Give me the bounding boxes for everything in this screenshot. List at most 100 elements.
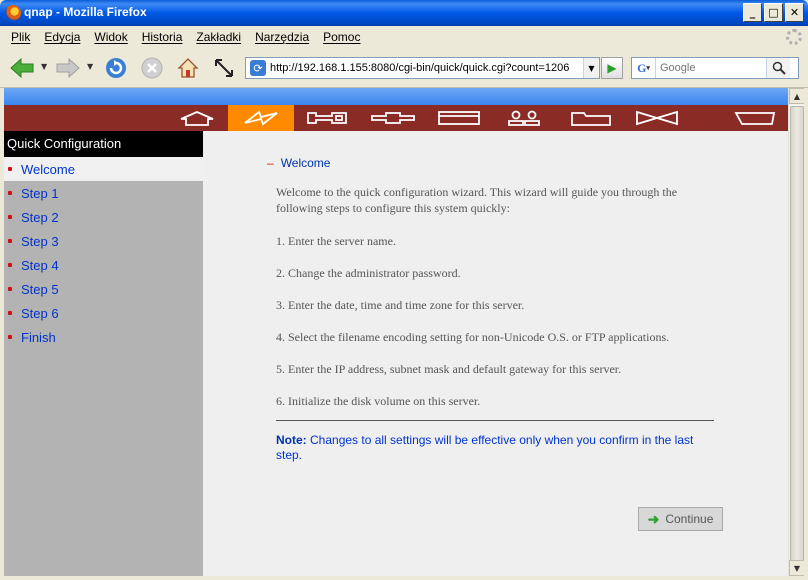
top-banner — [4, 88, 788, 105]
main-panel: – Welcome Welcome to the quick configurat… — [203, 131, 788, 576]
document-icon — [734, 112, 776, 125]
nav-disk-tab[interactable] — [426, 105, 492, 131]
nav-system-tools-tab[interactable] — [294, 105, 360, 131]
resize-button[interactable] — [210, 54, 238, 82]
maximize-button[interactable]: □ — [764, 3, 783, 22]
step-text-3: 3. Enter the date, time and time zone fo… — [276, 298, 525, 312]
vertical-scrollbar[interactable]: ▲ ▼ — [788, 88, 804, 576]
forward-arrow-icon — [56, 57, 80, 79]
menu-narzedzia[interactable]: Narzędzia — [248, 30, 316, 44]
magnifier-icon — [772, 61, 786, 75]
menu-historia[interactable]: Historia — [135, 30, 190, 44]
sidebar-item-welcome[interactable]: Welcome — [4, 157, 203, 181]
nav-share-folders-tab[interactable] — [558, 105, 624, 131]
step-text-2: 2. Change the administrator password. — [276, 266, 461, 280]
breadcrumb-label: Welcome — [280, 156, 331, 170]
menu-edycja[interactable]: Edycja — [37, 30, 87, 44]
search-input[interactable] — [656, 59, 766, 77]
step-text-5: 5. Enter the IP address, subnet mask and… — [276, 362, 622, 376]
network-icon — [371, 112, 415, 124]
window-title: qnap - Mozilla Firefox — [24, 5, 147, 19]
stop-button[interactable] — [138, 54, 166, 82]
sidebar: Quick Configuration Welcome Step 1 Step … — [4, 131, 203, 576]
address-dropdown-button[interactable]: ▼ — [583, 58, 599, 78]
right-arrow-icon: ➜ — [647, 510, 660, 527]
main-nav-bar — [4, 105, 788, 131]
close-button[interactable]: ✕ — [785, 3, 804, 22]
search-button[interactable] — [766, 58, 790, 78]
sidebar-item-step-5[interactable]: Step 5 — [4, 277, 203, 301]
wrench-icon — [307, 112, 347, 124]
note-body: Changes to all settings will be effectiv… — [276, 433, 694, 462]
breadcrumb: – Welcome — [267, 156, 330, 170]
window-titlebar: qnap - Mozilla Firefox _ □ ✕ — [0, 0, 808, 26]
sidebar-item-label: Step 3 — [21, 233, 59, 249]
nav-quick-config-tab[interactable] — [228, 105, 294, 131]
home-icon — [177, 58, 199, 78]
scroll-thumb[interactable] — [790, 106, 804, 564]
intro-text: Welcome to the quick configuration wizar… — [276, 185, 678, 215]
google-engine-icon[interactable]: G ▾ — [632, 58, 656, 78]
nav-users-tab[interactable] — [492, 105, 558, 131]
menu-plik[interactable]: Plik — [4, 30, 37, 44]
nav-services-tab[interactable] — [624, 105, 690, 131]
bullet-icon — [8, 263, 12, 267]
lightning-icon — [244, 110, 278, 126]
back-button[interactable] — [8, 54, 36, 82]
scroll-up-button[interactable]: ▲ — [789, 88, 804, 104]
bullet-icon — [8, 335, 12, 339]
sidebar-item-finish[interactable]: Finish — [4, 325, 203, 349]
site-favicon-icon: ⟳ — [250, 60, 266, 76]
scroll-down-button[interactable]: ▼ — [789, 560, 804, 576]
throbber-icon — [786, 29, 802, 45]
go-button[interactable]: ▶ — [601, 57, 623, 79]
back-arrow-icon — [10, 57, 34, 79]
nav-status-tab[interactable] — [722, 105, 788, 131]
bullet-icon — [8, 287, 12, 291]
address-bar[interactable]: ⟳ http://192.168.1.155:8080/cgi-bin/quic… — [245, 57, 600, 79]
note-text: Note: Changes to all settings will be ef… — [276, 433, 721, 463]
navigation-toolbar: ▼ ▼ ⟳ http://192.168.1.155:8080/cgi-bin/… — [0, 48, 808, 88]
step-text-4: 4. Select the filename encoding setting … — [276, 330, 670, 344]
menu-bar: Plik Edycja Widok Historia Zakładki Narz… — [0, 26, 808, 48]
disk-icon — [438, 111, 480, 125]
sidebar-item-label: Welcome — [21, 161, 75, 177]
reload-icon — [106, 58, 126, 78]
reload-button[interactable] — [102, 54, 130, 82]
divider — [276, 420, 714, 421]
sidebar-item-label: Finish — [21, 329, 56, 345]
sidebar-item-label: Step 1 — [21, 185, 59, 201]
menu-zakladki[interactable]: Zakładki — [189, 30, 248, 44]
sidebar-item-label: Step 6 — [21, 305, 59, 321]
bowtie-icon — [636, 110, 678, 126]
back-history-dropdown[interactable]: ▼ — [41, 62, 47, 71]
minimize-button[interactable]: _ — [743, 3, 762, 22]
step-text-6: 6. Initialize the disk volume on this se… — [276, 394, 481, 408]
home-button[interactable] — [174, 54, 202, 82]
nav-network-tab[interactable] — [360, 105, 426, 131]
sidebar-item-step-4[interactable]: Step 4 — [4, 253, 203, 277]
menu-widok[interactable]: Widok — [87, 30, 134, 44]
forward-history-dropdown[interactable]: ▼ — [87, 62, 93, 71]
step-text-1: 1. Enter the server name. — [276, 234, 396, 248]
page-content: Quick Configuration Welcome Step 1 Step … — [4, 88, 804, 576]
continue-label: Continue — [665, 512, 714, 526]
address-url[interactable]: http://192.168.1.155:8080/cgi-bin/quick/… — [270, 62, 583, 74]
sidebar-item-step-6[interactable]: Step 6 — [4, 301, 203, 325]
sidebar-item-step-2[interactable]: Step 2 — [4, 205, 203, 229]
menu-pomoc[interactable]: Pomoc — [316, 30, 367, 44]
sidebar-item-step-1[interactable]: Step 1 — [4, 181, 203, 205]
bullet-icon — [8, 215, 12, 219]
continue-button[interactable]: ➜ Continue — [638, 507, 723, 531]
bullet-icon — [8, 191, 12, 195]
sidebar-item-label: Step 2 — [21, 209, 59, 225]
note-label: Note: — [276, 433, 307, 447]
firefox-icon — [5, 5, 21, 21]
nav-home-tab[interactable] — [164, 105, 230, 131]
forward-button[interactable] — [54, 54, 82, 82]
sidebar-item-label: Step 5 — [21, 281, 59, 297]
users-icon — [508, 110, 540, 126]
bullet-icon — [8, 239, 12, 243]
dash-icon: – — [267, 156, 274, 170]
sidebar-item-step-3[interactable]: Step 3 — [4, 229, 203, 253]
